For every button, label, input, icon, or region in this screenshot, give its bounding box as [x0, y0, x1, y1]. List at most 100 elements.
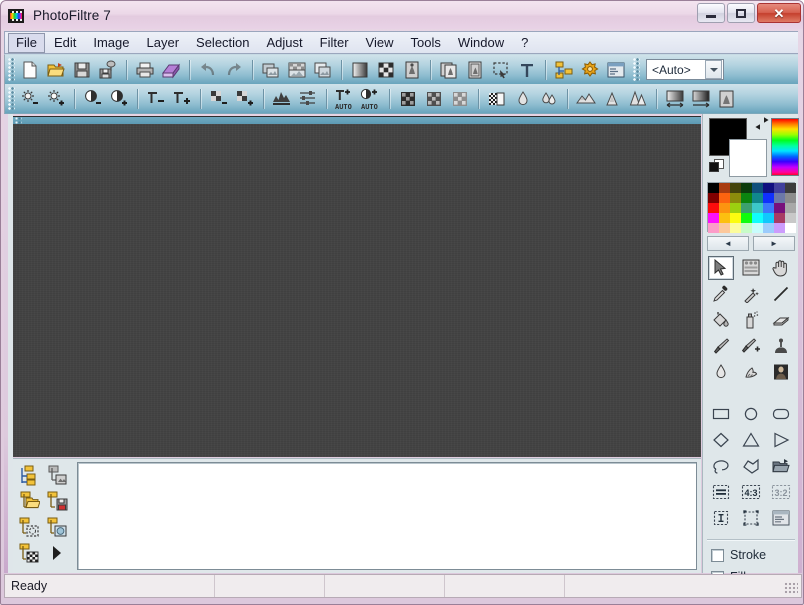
resize-width-icon[interactable]	[662, 86, 688, 112]
palette-swatch-3-6[interactable]	[774, 213, 785, 223]
pattern-icon[interactable]	[373, 57, 399, 83]
lasso-shape-icon[interactable]	[708, 454, 734, 478]
palette-swatch-3-4[interactable]	[752, 213, 763, 223]
palette-swatch-1-2[interactable]	[730, 193, 741, 203]
palette-swatch-0-6[interactable]	[774, 183, 785, 193]
palette-swatch-0-1[interactable]	[719, 183, 730, 193]
hand-tool[interactable]	[768, 256, 794, 280]
palette-swatch-3-1[interactable]	[719, 213, 730, 223]
save-as-icon[interactable]	[95, 57, 121, 83]
mosaic-medium-icon[interactable]	[421, 86, 447, 112]
palette-swatch-2-7[interactable]	[785, 203, 796, 213]
palette-swatch-2-1[interactable]	[719, 203, 730, 213]
palette-swatch-2-6[interactable]	[774, 203, 785, 213]
blur-drop-tool[interactable]	[708, 360, 734, 384]
sharpen-large-icon[interactable]	[625, 86, 651, 112]
color-palette-grid[interactable]	[707, 182, 796, 233]
undo-icon[interactable]	[195, 57, 221, 83]
clone-stamp-tool[interactable]	[768, 334, 794, 358]
palette-swatch-1-1[interactable]	[719, 193, 730, 203]
menu-item-file[interactable]: File	[8, 32, 45, 53]
rectangle-shape-icon[interactable]	[708, 402, 734, 426]
menu-item-image[interactable]: Image	[85, 33, 137, 53]
palette-swatch-0-5[interactable]	[763, 183, 774, 193]
palette-swatch-1-3[interactable]	[741, 193, 752, 203]
blur-small-icon[interactable]	[510, 86, 536, 112]
plugins-icon[interactable]	[577, 57, 603, 83]
image-frame-icon[interactable]	[462, 57, 488, 83]
palette-swatch-1-4[interactable]	[752, 193, 763, 203]
mosaic-light-icon[interactable]	[447, 86, 473, 112]
palette-swatch-0-2[interactable]	[730, 183, 741, 193]
smudge-tool[interactable]	[738, 360, 764, 384]
gradient-icon[interactable]	[347, 57, 373, 83]
palette-swatch-3-7[interactable]	[785, 213, 796, 223]
paintbrush-tool[interactable]	[708, 334, 734, 358]
eyedropper-tool[interactable]	[708, 282, 734, 306]
preferences-icon[interactable]	[603, 57, 629, 83]
resize-grip-icon[interactable]	[784, 582, 798, 595]
brightness-decrease-icon[interactable]	[17, 86, 43, 112]
transform-selection-icon[interactable]	[738, 506, 764, 530]
palette-swatch-2-0[interactable]	[708, 203, 719, 213]
layer-open-icon[interactable]	[17, 489, 41, 513]
palette-swatch-2-5[interactable]	[763, 203, 774, 213]
hue-gradient-strip[interactable]	[771, 118, 799, 176]
load-selection-icon[interactable]	[768, 454, 794, 478]
palette-swatch-0-7[interactable]	[785, 183, 796, 193]
layer-manager-icon[interactable]	[551, 57, 577, 83]
line-tool[interactable]	[768, 282, 794, 306]
menu-item-filter[interactable]: Filter	[312, 33, 357, 53]
auto-contrast-icon[interactable]: AUTO	[358, 86, 384, 112]
close-button[interactable]: ✕	[757, 3, 801, 23]
canvas-grip[interactable]	[15, 117, 22, 124]
histogram-icon[interactable]	[269, 86, 295, 112]
layer-save-icon[interactable]	[45, 489, 69, 513]
rounded-rectangle-shape-icon[interactable]	[768, 402, 794, 426]
stroke-option-row[interactable]: Stroke	[711, 548, 766, 562]
right-triangle-shape-icon[interactable]	[768, 428, 794, 452]
save-icon[interactable]	[69, 57, 95, 83]
mosaic-dark-icon[interactable]	[395, 86, 421, 112]
swap-colors-icon[interactable]	[753, 116, 771, 132]
palette-swatch-4-7[interactable]	[785, 223, 796, 233]
ellipse-shape-icon[interactable]	[738, 402, 764, 426]
layer-mask-icon[interactable]	[45, 515, 69, 539]
palette-swatch-1-5[interactable]	[763, 193, 774, 203]
palette-swatch-4-2[interactable]	[730, 223, 741, 233]
copy-icon[interactable]	[258, 57, 284, 83]
maximize-button[interactable]	[727, 3, 755, 23]
palette-swatch-3-5[interactable]	[763, 213, 774, 223]
chevron-down-icon[interactable]	[705, 60, 722, 79]
palette-swatch-1-6[interactable]	[774, 193, 785, 203]
stroke-checkbox[interactable]	[711, 548, 724, 562]
saturation-increase-icon[interactable]	[232, 86, 258, 112]
brightness-increase-icon[interactable]	[43, 86, 69, 112]
menu-item-layer[interactable]: Layer	[139, 33, 188, 53]
color-swatch-tool[interactable]	[738, 256, 764, 280]
advanced-brush-tool[interactable]	[738, 334, 764, 358]
menu-item-window[interactable]: Window	[450, 33, 512, 53]
stamp-image-tool[interactable]	[768, 360, 794, 384]
eraser-tool[interactable]	[768, 308, 794, 332]
transparency-icon[interactable]	[484, 86, 510, 112]
menu-item-help[interactable]: ?	[513, 33, 536, 53]
triangle-shape-icon[interactable]	[738, 428, 764, 452]
ratio-3-2-icon[interactable]: 3:2	[768, 480, 794, 504]
layer-transparency-icon[interactable]	[17, 541, 41, 565]
diamond-shape-icon[interactable]	[708, 428, 734, 452]
minimize-button[interactable]	[697, 3, 725, 23]
palette-swatch-4-0[interactable]	[708, 223, 719, 233]
palette-swatch-1-7[interactable]	[785, 193, 796, 203]
palette-swatch-4-6[interactable]	[774, 223, 785, 233]
palette-swatch-2-3[interactable]	[741, 203, 752, 213]
contrast-decrease-icon[interactable]	[80, 86, 106, 112]
menu-item-adjust[interactable]: Adjust	[259, 33, 311, 53]
gamma-decrease-icon[interactable]	[143, 86, 169, 112]
palette-next-button[interactable]: ►	[753, 236, 795, 251]
palette-swatch-3-2[interactable]	[730, 213, 741, 223]
auto-gamma-icon[interactable]: AUTO	[332, 86, 358, 112]
canvas-workspace[interactable]	[13, 116, 701, 457]
menu-item-view[interactable]: View	[358, 33, 402, 53]
spray-can-tool[interactable]	[738, 308, 764, 332]
